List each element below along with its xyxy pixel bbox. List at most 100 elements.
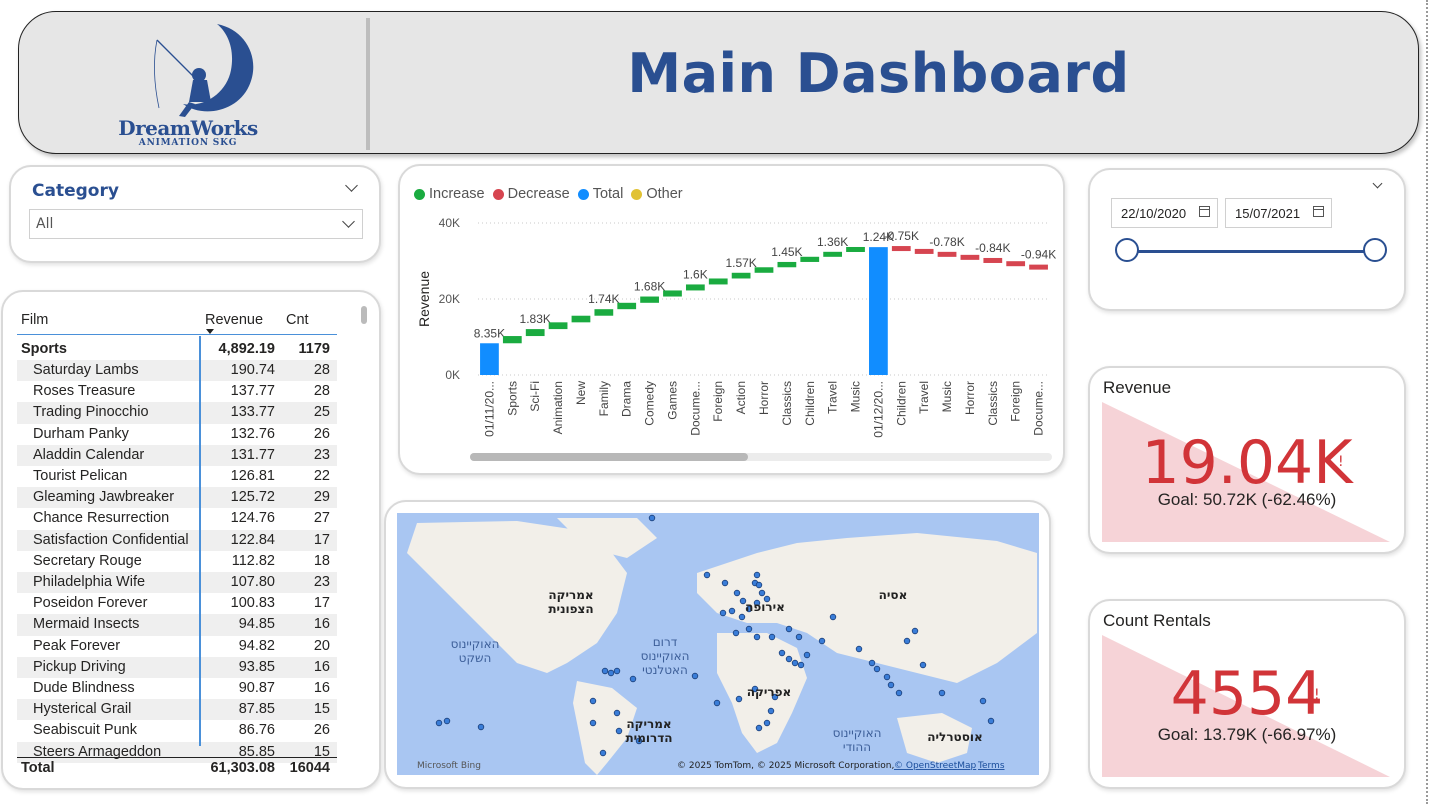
calendar-icon[interactable]: [1313, 206, 1324, 217]
map-point[interactable]: [589, 697, 597, 705]
map-point[interactable]: [887, 681, 895, 689]
table-row[interactable]: Philadelphia Wife 107.80 23: [17, 572, 337, 594]
table-row[interactable]: Aladdin Calendar 131.77 23: [17, 444, 337, 466]
start-handle[interactable]: [1115, 238, 1139, 262]
group-row[interactable]: Sports 4,892.19 1179: [17, 339, 337, 360]
map-point[interactable]: [589, 719, 597, 727]
table-row[interactable]: Roses Treasure 137.77 28: [17, 381, 337, 402]
date-range-track[interactable]: [1128, 250, 1376, 253]
map-point[interactable]: [868, 659, 876, 667]
map-point[interactable]: [607, 669, 615, 677]
table-row[interactable]: Seabiscuit Punk 86.76 26: [17, 720, 337, 741]
map-point[interactable]: [755, 581, 763, 589]
start-date-input[interactable]: 22/10/2020: [1111, 198, 1218, 228]
map-point[interactable]: [721, 579, 729, 587]
osm-link[interactable]: © OpenStreetMap: [894, 761, 977, 771]
map-region-label: האוקיינוס: [641, 649, 690, 663]
map-point[interactable]: [895, 689, 903, 697]
terms-link[interactable]: Terms: [977, 761, 1005, 771]
map-point[interactable]: [755, 724, 763, 732]
map-point[interactable]: [753, 633, 761, 641]
cnt-cell: 15: [313, 701, 330, 718]
map-point[interactable]: [443, 717, 451, 725]
category-dropdown[interactable]: All: [29, 209, 363, 239]
table-row[interactable]: Peak Forever 94.82 20: [17, 636, 337, 657]
world-map[interactable]: Microsoft Bing © 2025 TomTom, © 2025 Mic…: [397, 513, 1039, 775]
map-point[interactable]: [785, 625, 793, 633]
table-row[interactable]: Gleaming Jawbreaker 125.72 29: [17, 487, 337, 509]
table-row[interactable]: Durham Panky 132.76 26: [17, 424, 337, 445]
map-point[interactable]: [615, 727, 623, 735]
col-header-cnt[interactable]: Cnt: [286, 312, 309, 328]
map-point[interactable]: [778, 649, 786, 657]
film-cell: Secretary Rouge: [33, 552, 142, 569]
table-row[interactable]: Satisfaction Confidential 122.84 17: [17, 529, 337, 551]
map-point[interactable]: [735, 695, 743, 703]
map-point[interactable]: [629, 675, 637, 683]
map-point[interactable]: [758, 589, 766, 597]
map-point[interactable]: [803, 651, 811, 659]
chevron-down-icon[interactable]: [342, 215, 355, 228]
map-point[interactable]: [613, 667, 621, 675]
map-point[interactable]: [763, 719, 771, 727]
map-point[interactable]: [435, 719, 443, 727]
chevron-down-icon[interactable]: [345, 179, 358, 192]
map-point[interactable]: [797, 661, 805, 669]
map-point[interactable]: [767, 707, 775, 715]
map-point[interactable]: [903, 637, 911, 645]
map-point[interactable]: [713, 699, 721, 707]
table-row[interactable]: Trading Pinocchio 133.77 25: [17, 402, 337, 424]
table-row[interactable]: Chance Resurrection 124.76 27: [17, 508, 337, 529]
kpi-goal: Goal: 50.72K (-62.46%): [1157, 490, 1337, 509]
table-row[interactable]: Mermaid Insects 94.85 16: [17, 614, 337, 636]
alert-icon: !: [1338, 454, 1344, 470]
end-handle[interactable]: [1363, 238, 1387, 262]
table-row[interactable]: Secretary Rouge 112.82 18: [17, 551, 337, 572]
map-region-label: אמריקה: [548, 588, 593, 602]
table-row[interactable]: Saturday Lambs 190.74 28: [17, 360, 337, 382]
map-point[interactable]: [979, 697, 987, 705]
table-row[interactable]: Tourist Pelican 126.81 22: [17, 466, 337, 487]
revenue-cell: 124.76: [230, 510, 275, 527]
table-row[interactable]: Hysterical Grail 87.85 15: [17, 699, 337, 721]
map-point[interactable]: [829, 613, 837, 621]
map-point[interactable]: [791, 659, 799, 667]
map-point[interactable]: [919, 661, 927, 669]
table-row[interactable]: Poseidon Forever 100.83 17: [17, 593, 337, 614]
map-point[interactable]: [768, 633, 776, 641]
map-region-label: ההודי: [843, 740, 871, 754]
table-row[interactable]: Pickup Driving 93.85 16: [17, 656, 337, 678]
map-point[interactable]: [601, 667, 609, 675]
map-point[interactable]: [732, 629, 740, 637]
chart-scrollbar[interactable]: [470, 453, 1052, 461]
calendar-icon[interactable]: [1199, 206, 1210, 217]
map-point[interactable]: [613, 709, 621, 717]
scrollbar-thumb[interactable]: [470, 453, 748, 461]
map-point[interactable]: [753, 571, 761, 579]
chevron-down-icon[interactable]: [1372, 178, 1383, 189]
map-point[interactable]: [911, 627, 919, 635]
map-point[interactable]: [938, 689, 946, 697]
map-point[interactable]: [719, 609, 727, 617]
map-point[interactable]: [795, 633, 803, 641]
map-point[interactable]: [648, 514, 656, 522]
table-row[interactable]: Dude Blindness 90.87 16: [17, 678, 337, 699]
map-point[interactable]: [733, 589, 741, 597]
map-point[interactable]: [987, 717, 995, 725]
map-point[interactable]: [883, 673, 891, 681]
map-point[interactable]: [873, 665, 881, 673]
map-point[interactable]: [691, 672, 699, 680]
scrollbar-thumb[interactable]: [361, 306, 367, 324]
map-point[interactable]: [599, 749, 607, 757]
map-point[interactable]: [818, 637, 826, 645]
map-point[interactable]: [728, 607, 736, 615]
map-point[interactable]: [745, 625, 753, 633]
col-header-film[interactable]: Film: [21, 312, 48, 328]
map-point[interactable]: [855, 645, 863, 653]
end-date-input[interactable]: 15/07/2021: [1225, 198, 1332, 228]
map-point[interactable]: [785, 655, 793, 663]
map-point[interactable]: [703, 571, 711, 579]
map-point[interactable]: [477, 723, 485, 731]
map-point[interactable]: [738, 613, 746, 621]
col-header-revenue[interactable]: Revenue: [205, 312, 263, 328]
